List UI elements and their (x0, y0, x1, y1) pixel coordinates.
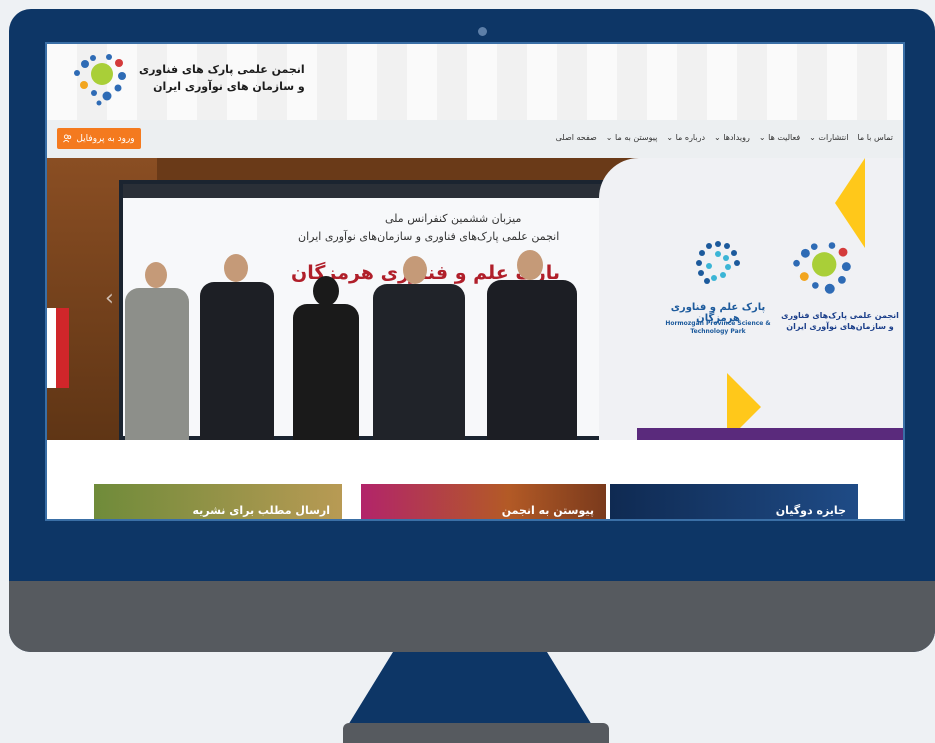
card-label: جایزه دوگیان (775, 504, 846, 517)
website-screen: انجمن علمی پارک های فناوری و سازمان های … (45, 42, 905, 521)
chevron-down-icon: ⌄ (605, 133, 613, 142)
nav-item-contact[interactable]: تماس با ما (857, 133, 893, 142)
card-label: پیوستن به انجمن (501, 504, 594, 517)
monitor-chin (9, 581, 935, 652)
monitor-base (343, 723, 609, 743)
slider-prev-arrow[interactable]: ‹ (105, 286, 114, 311)
card-dogian-award[interactable]: جایزه دوگیان (610, 484, 858, 519)
nav-item-events[interactable]: رویدادها ⌄ (714, 133, 750, 142)
nav-item-label: تماس با ما (857, 133, 893, 142)
chevron-down-icon: ⌄ (809, 133, 816, 142)
nav-item-publications[interactable]: انتشارات ⌄ (809, 133, 848, 142)
nav-item-label: پیوستن به ما (615, 133, 658, 142)
flag-image (47, 308, 69, 388)
main-navigation: ورود به پروفایل صفحه اصلی پیوستن به ما ⌄… (47, 120, 903, 158)
park-logo-english-name: Hormozgan Province Science & Technology … (665, 320, 771, 335)
users-icon (63, 134, 72, 143)
site-header: انجمن علمی پارک های فناوری و سازمان های … (47, 44, 903, 120)
slide-heading-line1: میزبان ششمین کنفرانس ملی (385, 212, 522, 225)
nav-item-about[interactable]: درباره ما ⌄ (666, 133, 705, 142)
nav-item-join-us[interactable]: پیوستن به ما ⌄ (606, 133, 658, 142)
nav-item-label: صفحه اصلی (555, 133, 597, 142)
nav-item-label: رویدادها (723, 133, 750, 142)
card-label: ارسال مطلب برای نشریه (192, 504, 330, 517)
chevron-down-icon: ⌄ (758, 133, 766, 142)
menu-items: صفحه اصلی پیوستن به ما ⌄ درباره ما ⌄ روی… (556, 133, 893, 142)
login-profile-button[interactable]: ورود به پروفایل (57, 128, 141, 149)
hero-slider[interactable]: میزبان ششمین کنفرانس ملی انجمن علمی پارک… (47, 158, 903, 440)
monitor-stand (345, 652, 595, 730)
card-join-association[interactable]: پیوستن به انجمن (361, 484, 606, 519)
nav-item-home[interactable]: صفحه اصلی (556, 133, 597, 142)
organization-name-line2: و سازمان های نوآوری ایران (153, 80, 305, 93)
webcam-dot (478, 27, 487, 36)
feature-cards: ارسال مطلب برای نشریه پیوستن به انجمن جا… (47, 484, 903, 519)
park-logo-icon (696, 241, 740, 284)
yellow-chevron-shape (805, 158, 865, 248)
chevron-down-icon: ⌄ (666, 133, 674, 142)
card-submit-article[interactable]: ارسال مطلب برای نشریه (94, 484, 342, 519)
chevron-down-icon: ⌄ (714, 133, 721, 142)
nav-item-activities[interactable]: فعالیت ها ⌄ (759, 133, 800, 142)
association-logo-name: انجمن علمی پارک‌های فناوری و سازمان‌های … (781, 311, 899, 331)
login-profile-label: ورود به پروفایل (76, 133, 135, 144)
nav-item-label: فعالیت ها (768, 133, 801, 142)
projector-toolbar (123, 184, 679, 198)
organization-name: انجمن علمی پارک های فناوری و سازمان های … (139, 61, 305, 95)
organization-name-line1: انجمن علمی پارک های فناوری (139, 63, 305, 76)
association-logo[interactable] (69, 52, 131, 108)
nav-item-label: درباره ما (675, 133, 706, 142)
slide-heading-line2: انجمن علمی پارک‌های فناوری و سازمان‌های … (298, 230, 560, 243)
nav-item-label: انتشارات (818, 133, 849, 142)
purple-band (637, 428, 903, 440)
association-logo-large (793, 242, 851, 294)
